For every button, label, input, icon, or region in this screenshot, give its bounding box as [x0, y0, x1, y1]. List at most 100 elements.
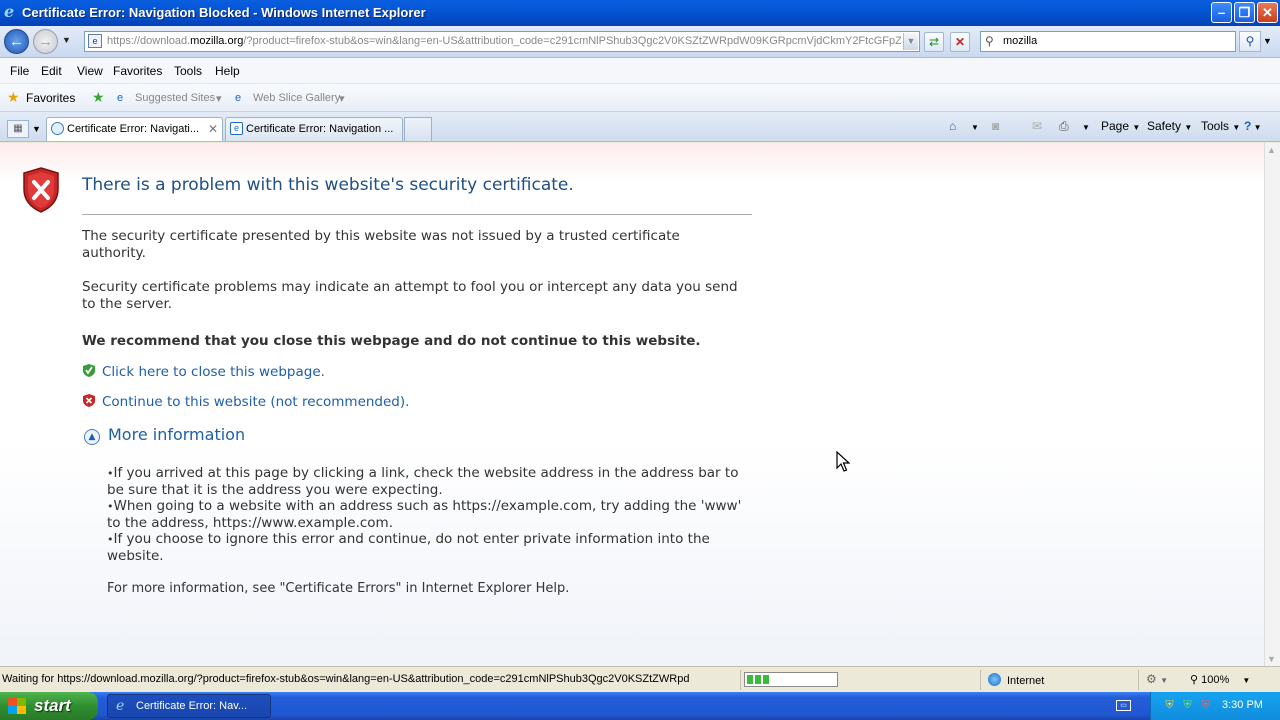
- taskbar-item-label: Certificate Error: Nav...: [136, 700, 248, 712]
- internet-explorer-icon: e: [116, 698, 125, 714]
- close-webpage-label: Click here to close this webpage.: [102, 364, 325, 380]
- continue-website-label: Continue to this website (not recommende…: [102, 394, 410, 410]
- close-webpage-link[interactable]: Click here to close this webpage.: [82, 363, 325, 380]
- menu-view[interactable]: View: [77, 64, 103, 78]
- security-zone[interactable]: Internet: [988, 673, 1044, 687]
- back-button[interactable]: ←: [4, 29, 29, 54]
- suggested-sites-link[interactable]: Suggested Sites: [135, 92, 215, 104]
- menu-favorites[interactable]: Favorites: [113, 64, 162, 78]
- home-dropdown-icon[interactable]: ▼: [971, 123, 979, 132]
- zoom-level[interactable]: ⚲ 100% ▼: [1190, 673, 1250, 686]
- windows-logo-icon: [8, 698, 26, 714]
- scroll-up-icon[interactable]: ▲: [1267, 145, 1276, 155]
- status-text: Waiting for https://download.mozilla.org…: [2, 673, 690, 685]
- tab-label: Certificate Error: Navigati...: [67, 123, 200, 135]
- maximize-button[interactable]: ❐: [1234, 2, 1255, 23]
- continue-website-link[interactable]: Continue to this website (not recommende…: [82, 393, 409, 410]
- network-icon[interactable]: ⛨: [1181, 699, 1194, 712]
- title-bar: e Certificate Error: Navigation Blocked …: [0, 0, 1280, 26]
- close-window-button[interactable]: ✕: [1257, 2, 1278, 23]
- tab-list-dropdown[interactable]: ▼: [32, 124, 41, 134]
- help-reference-text: For more information, see "Certificate E…: [107, 581, 570, 596]
- address-dropdown[interactable]: ▼: [903, 33, 918, 50]
- list-item: If you choose to ignore this error and c…: [107, 531, 757, 564]
- close-tab-icon[interactable]: ✕: [208, 118, 218, 140]
- menu-tools[interactable]: Tools: [174, 64, 202, 78]
- recent-pages-dropdown[interactable]: ▼: [62, 35, 71, 45]
- favorites-button[interactable]: Favorites: [26, 91, 75, 105]
- quick-tabs-icon[interactable]: ▦: [7, 120, 29, 138]
- new-tab-button[interactable]: [404, 117, 432, 141]
- print-dropdown-icon[interactable]: ▼: [1082, 123, 1090, 132]
- page-content: There is a problem with this website's s…: [0, 143, 1264, 666]
- help-icon[interactable]: ? ▼: [1244, 119, 1261, 133]
- home-icon[interactable]: ⌂: [949, 119, 956, 133]
- security-shield-icon[interactable]: ⛨: [1163, 699, 1176, 712]
- menu-file[interactable]: File: [10, 64, 29, 78]
- keyboard-icon[interactable]: ▭: [1116, 700, 1131, 711]
- menu-edit[interactable]: Edit: [41, 64, 62, 78]
- collapse-icon: ▲: [84, 429, 100, 445]
- page-menu-label: Page: [1101, 119, 1130, 133]
- more-information-toggle[interactable]: ▲ More information: [84, 425, 245, 445]
- separator: [1138, 670, 1139, 690]
- suggested-sites-dropdown-icon[interactable]: ▾: [216, 92, 222, 105]
- tab-label: Certificate Error: Navigation ...: [246, 123, 394, 135]
- start-button[interactable]: start: [0, 692, 98, 720]
- separator: [740, 670, 741, 690]
- ie-window: e Certificate Error: Navigation Blocked …: [0, 0, 1280, 692]
- tools-menu[interactable]: Tools ▼: [1201, 119, 1240, 133]
- divider: [82, 214, 752, 215]
- search-input[interactable]: ⚲ mozilla: [980, 31, 1236, 52]
- separator: [980, 670, 981, 690]
- page-icon: e: [88, 34, 102, 48]
- protected-mode-icon[interactable]: ⚙ ▼: [1146, 672, 1168, 686]
- web-slice-gallery-link[interactable]: Web Slice Gallery: [253, 92, 340, 104]
- tools-menu-label: Tools: [1201, 119, 1230, 133]
- search-options-dropdown[interactable]: ▼: [1263, 36, 1272, 46]
- web-slice-icon: e: [235, 92, 242, 104]
- zoom-icon: ⚲: [1190, 674, 1199, 686]
- search-icon: ⚲: [985, 34, 994, 48]
- tab-active[interactable]: Certificate Error: Navigati... ✕: [46, 117, 223, 141]
- menu-help[interactable]: Help: [215, 64, 240, 78]
- minimize-button[interactable]: –: [1211, 2, 1232, 23]
- taskbar: start e Certificate Error: Nav... ▭ ⛨ ⛨ ⛨…: [0, 692, 1280, 720]
- print-icon[interactable]: ⎙: [1059, 119, 1069, 134]
- search-button[interactable]: ⚲: [1239, 31, 1261, 52]
- web-slice-dropdown-icon[interactable]: ▾: [339, 92, 345, 105]
- menu-bar: File Edit View Favorites Tools Help: [0, 58, 1280, 84]
- scroll-down-icon[interactable]: ▼: [1267, 654, 1276, 664]
- address-bar[interactable]: e https://download.mozilla.org/?product=…: [84, 31, 920, 52]
- tab-inactive[interactable]: e Certificate Error: Navigation ...: [225, 117, 403, 141]
- start-label: start: [34, 696, 71, 715]
- page-menu[interactable]: Page ▼: [1101, 119, 1140, 133]
- page-heading: There is a problem with this website's s…: [82, 175, 574, 195]
- zone-label: Internet: [1007, 675, 1045, 687]
- favorites-star-icon: ★: [7, 89, 20, 105]
- window-title: Certificate Error: Navigation Blocked - …: [22, 5, 426, 20]
- vertical-scrollbar[interactable]: ▲ ▼: [1264, 143, 1280, 666]
- taskbar-item-ie[interactable]: e Certificate Error: Nav...: [107, 694, 271, 718]
- safety-menu-label: Safety: [1147, 119, 1182, 133]
- error-shield-icon: [23, 167, 59, 213]
- address-toolbar: ← → ▼ e https://download.mozilla.org/?pr…: [0, 26, 1280, 58]
- read-mail-icon[interactable]: ✉: [1032, 119, 1042, 133]
- feeds-icon[interactable]: ◙: [992, 119, 999, 133]
- forward-button[interactable]: →: [33, 29, 58, 54]
- more-information-list: If you arrived at this page by clicking …: [107, 465, 757, 564]
- red-shield-icon: [83, 394, 95, 407]
- favorites-bar: ★ Favorites ★ e Suggested Sites ▾ e Web …: [0, 84, 1280, 112]
- security-alert-icon[interactable]: ⛨: [1199, 699, 1212, 712]
- stop-icon[interactable]: ✕: [950, 32, 970, 52]
- add-favorites-icon[interactable]: ★: [92, 89, 105, 106]
- loading-icon: [51, 122, 64, 135]
- cert-issuer-message: The security certificate presented by th…: [82, 228, 680, 261]
- page-icon: e: [230, 122, 243, 135]
- status-bar: Waiting for https://download.mozilla.org…: [0, 666, 1280, 692]
- search-value: mozilla: [1003, 35, 1038, 47]
- safety-menu[interactable]: Safety ▼: [1147, 119, 1192, 133]
- refresh-icon[interactable]: ⇄: [924, 32, 944, 52]
- mouse-cursor-icon: [836, 451, 850, 472]
- suggested-sites-icon: e: [117, 92, 124, 104]
